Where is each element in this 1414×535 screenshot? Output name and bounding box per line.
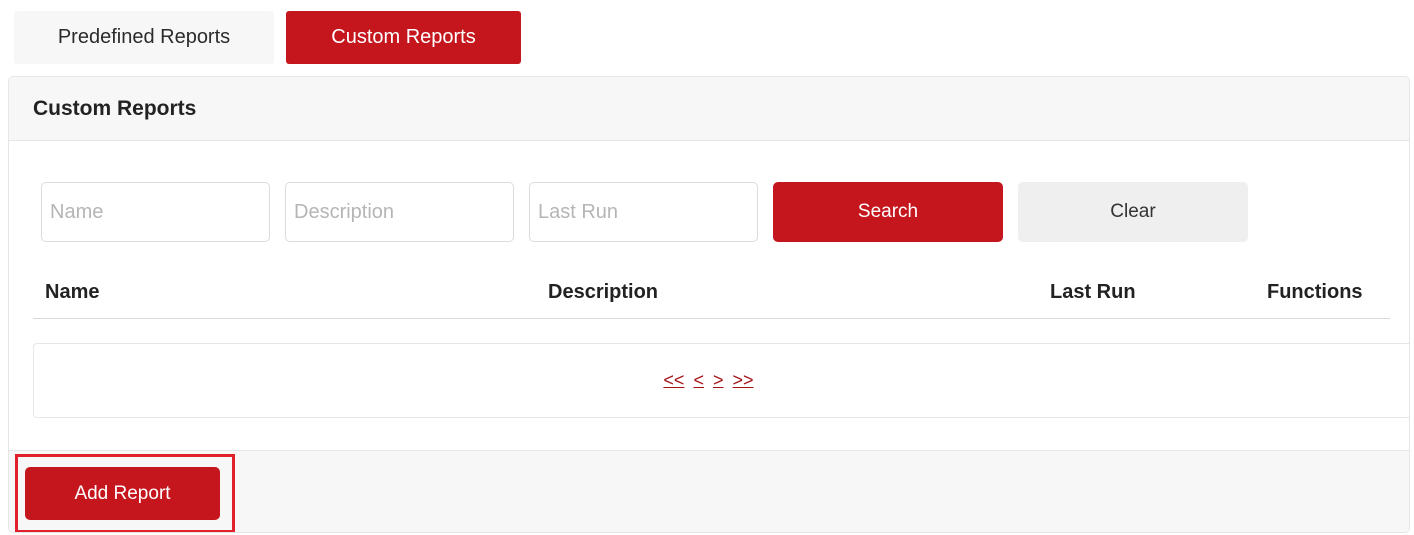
pager-prev-link[interactable]: < [693, 370, 704, 390]
column-header-last-run[interactable]: Last Run [1050, 281, 1136, 304]
report-tabs: Predefined Reports Custom Reports [14, 11, 521, 64]
column-header-description[interactable]: Description [548, 281, 658, 304]
pager-last-link[interactable]: >> [733, 370, 754, 390]
pager-next-link[interactable]: > [713, 370, 724, 390]
table-header: Name Description Last Run Functions [33, 267, 1390, 319]
search-button[interactable]: Search [773, 182, 1003, 242]
table-body: << < > >> [33, 343, 1409, 418]
card-footer: Add Report [9, 450, 1409, 532]
filter-bar: Search Clear [41, 182, 1248, 242]
pager-first-link[interactable]: << [663, 370, 684, 390]
name-filter-input[interactable] [41, 182, 270, 242]
pagination: << < > >> [661, 370, 755, 391]
description-filter-input[interactable] [285, 182, 514, 242]
tab-predefined-reports[interactable]: Predefined Reports [14, 11, 274, 64]
column-header-functions: Functions [1267, 281, 1363, 303]
last-run-filter-input[interactable] [529, 182, 758, 242]
tab-custom-reports[interactable]: Custom Reports [286, 11, 521, 64]
custom-reports-card: Custom Reports Search Clear Name Descrip… [8, 76, 1410, 533]
card-title: Custom Reports [33, 96, 197, 120]
clear-button[interactable]: Clear [1018, 182, 1248, 242]
column-header-name[interactable]: Name [45, 281, 99, 304]
add-report-button[interactable]: Add Report [25, 467, 220, 520]
card-header: Custom Reports [9, 77, 1409, 141]
